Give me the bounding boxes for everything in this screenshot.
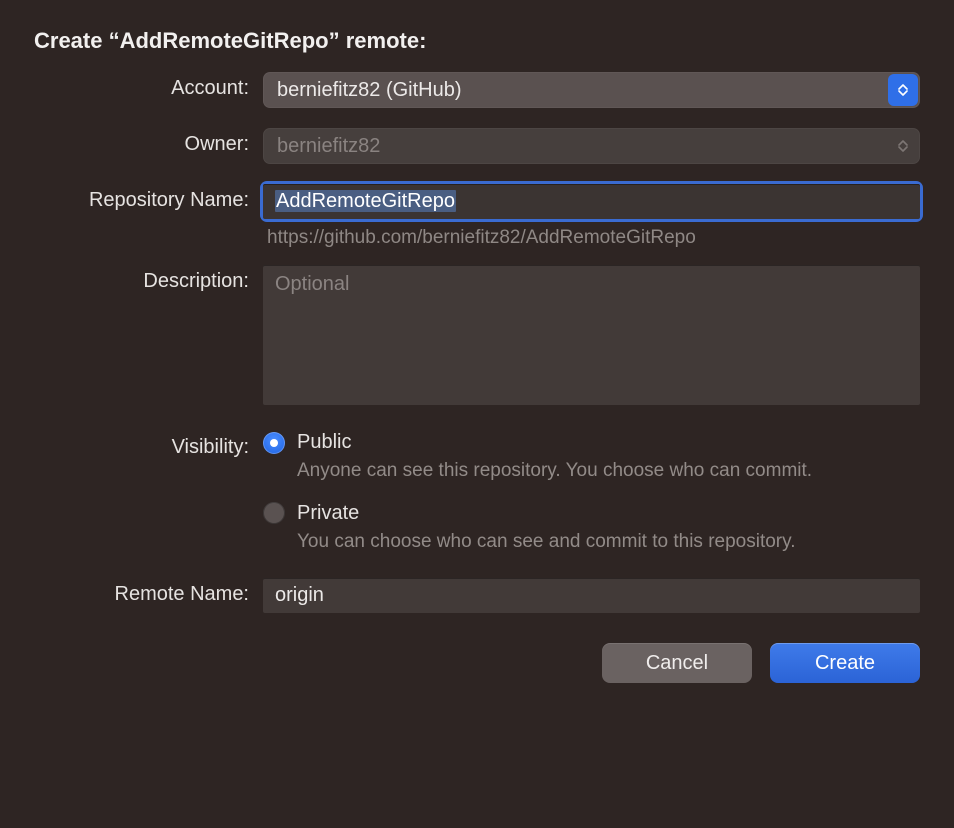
repository-name-input[interactable]: AddRemoteGitRepo (263, 184, 920, 219)
visibility-public-label: Public (297, 431, 351, 454)
remote-name-input[interactable]: origin (263, 578, 920, 613)
description-label: Description: (34, 265, 263, 293)
visibility-public-description: Anyone can see this repository. You choo… (263, 458, 823, 484)
visibility-private-radio[interactable] (263, 502, 285, 524)
url-preview: https://github.com/berniefitz82/AddRemot… (263, 227, 920, 249)
visibility-private-description: You can choose who can see and commit to… (263, 529, 823, 555)
visibility-label: Visibility: (34, 431, 263, 459)
account-value: berniefitz82 (GitHub) (277, 79, 462, 102)
owner-label: Owner: (34, 128, 263, 156)
account-popup[interactable]: berniefitz82 (GitHub) (263, 72, 920, 108)
description-textarea[interactable] (263, 265, 920, 405)
remote-name-label: Remote Name: (34, 578, 263, 606)
account-label: Account: (34, 72, 263, 100)
owner-value: berniefitz82 (277, 135, 380, 158)
cancel-button[interactable]: Cancel (602, 643, 752, 683)
repository-name-value: AddRemoteGitRepo (275, 190, 456, 212)
visibility-public-radio[interactable] (263, 432, 285, 454)
visibility-private-label: Private (297, 502, 359, 525)
dialog-title: Create “AddRemoteGitRepo” remote: (34, 28, 920, 54)
repository-name-label: Repository Name: (34, 184, 263, 212)
owner-popup: berniefitz82 (263, 128, 920, 164)
updown-arrows-icon (888, 74, 918, 106)
updown-arrows-icon (888, 130, 918, 162)
create-button[interactable]: Create (770, 643, 920, 683)
